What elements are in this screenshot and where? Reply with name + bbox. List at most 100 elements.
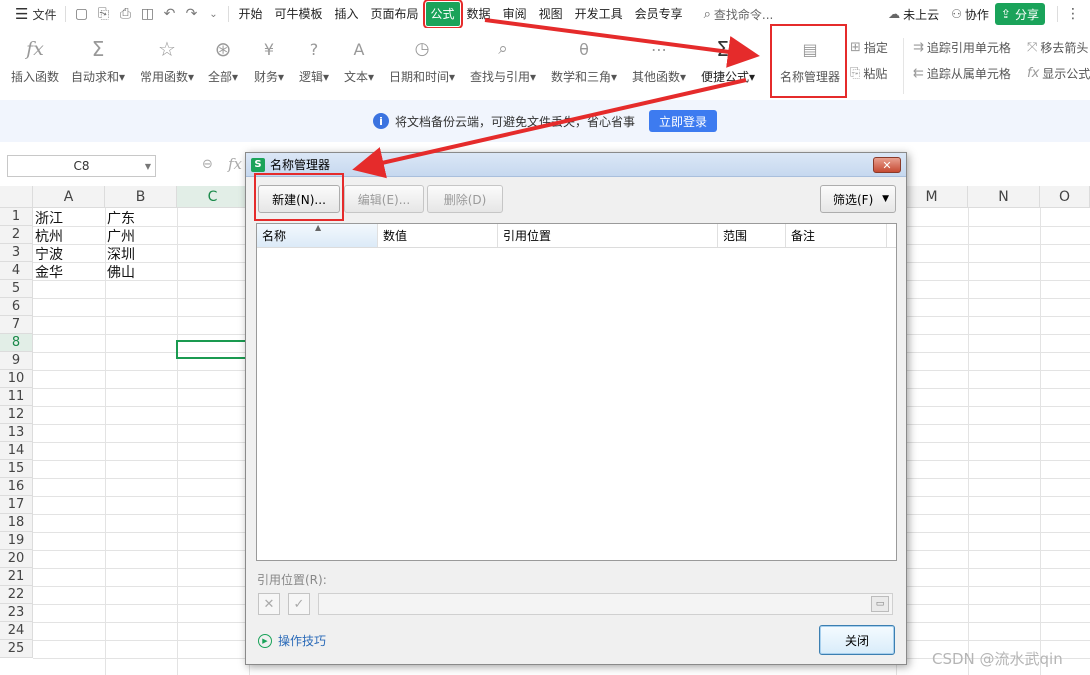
quick-formula-button[interactable]: Σ⁺ 便捷公式▾ xyxy=(701,36,755,85)
insert-function-button[interactable]: fx 插入函数 xyxy=(11,36,59,85)
cell-a1[interactable]: 浙江 xyxy=(33,209,63,227)
row-header-17[interactable]: 17 xyxy=(0,496,33,514)
row-header-13[interactable]: 13 xyxy=(0,424,33,442)
row-header-11[interactable]: 11 xyxy=(0,388,33,406)
column-scope[interactable]: 范围 xyxy=(718,224,786,247)
export-icon[interactable]: ⎘ xyxy=(95,6,111,22)
cell-a2[interactable]: 杭州 xyxy=(33,227,63,245)
column-comment[interactable]: 备注 xyxy=(786,224,887,247)
cell-a4[interactable]: 金华 xyxy=(33,263,63,281)
file-menu-button[interactable]: ☰ 文件 xyxy=(10,2,61,26)
row-header-5[interactable]: 5 xyxy=(0,280,33,298)
tips-link[interactable]: ▶ 操作技巧 xyxy=(258,632,326,649)
column-value[interactable]: 数值 xyxy=(378,224,498,247)
row-header-21[interactable]: 21 xyxy=(0,568,33,586)
tab-insert[interactable]: 插入 xyxy=(330,2,364,26)
all-functions-button[interactable]: ⊛ 全部▾ xyxy=(208,36,238,85)
login-button[interactable]: 立即登录 xyxy=(649,110,718,132)
cell-a3[interactable]: 宁波 xyxy=(33,245,63,263)
date-time-button[interactable]: ◷ 日期和时间▾ xyxy=(389,36,455,85)
row-header-12[interactable]: 12 xyxy=(0,406,33,424)
trace-precedents-button[interactable]: ⇉ 追踪引用单元格 xyxy=(913,39,1011,56)
column-header-a[interactable]: A xyxy=(33,186,105,208)
row-header-25[interactable]: 25 xyxy=(0,640,33,658)
quick-access-dropdown-icon[interactable]: ⌄ xyxy=(205,6,221,22)
redo-icon[interactable]: ↷ xyxy=(183,6,199,22)
cell-b2[interactable]: 广州 xyxy=(105,227,135,245)
cell-b1[interactable]: 广东 xyxy=(105,209,135,227)
cell-b3[interactable]: 深圳 xyxy=(105,245,135,263)
tab-developer[interactable]: 开发工具 xyxy=(570,2,628,26)
chevron-down-icon[interactable]: ▼ xyxy=(145,162,151,171)
tab-view[interactable]: 视图 xyxy=(534,2,568,26)
zoom-icon[interactable]: ⊖ xyxy=(202,157,213,172)
refers-to-input[interactable]: ▭ xyxy=(318,593,893,615)
defined-names-list[interactable]: ▲ 名称 数值 引用位置 范围 备注 xyxy=(256,223,897,561)
column-header-o[interactable]: O xyxy=(1040,186,1090,208)
tab-data[interactable]: 数据 xyxy=(462,2,496,26)
row-header-19[interactable]: 19 xyxy=(0,532,33,550)
collaborate-button[interactable]: ⚇ 协作 xyxy=(945,6,995,23)
tab-page-layout[interactable]: 页面布局 xyxy=(366,2,424,26)
select-all-corner[interactable] xyxy=(0,186,33,208)
row-header-3[interactable]: 3 xyxy=(0,244,33,262)
column-header-b[interactable]: B xyxy=(105,186,177,208)
delete-name-button[interactable]: 删除(D) xyxy=(427,185,503,213)
assign-name-button[interactable]: ⊞ 指定 xyxy=(850,39,888,56)
row-header-23[interactable]: 23 xyxy=(0,604,33,622)
column-header-c[interactable]: C xyxy=(177,186,249,208)
financial-button[interactable]: ¥ 财务▾ xyxy=(254,36,284,85)
tab-review[interactable]: 审阅 xyxy=(498,2,532,26)
math-trig-button[interactable]: θ 数学和三角▾ xyxy=(551,36,617,85)
row-header-22[interactable]: 22 xyxy=(0,586,33,604)
active-cell-c8[interactable] xyxy=(176,340,248,359)
print-icon[interactable]: ⎙ xyxy=(117,6,133,22)
share-button[interactable]: ⇪ 分享 xyxy=(994,3,1045,25)
save-icon[interactable]: ▢ xyxy=(73,6,89,22)
edit-name-button[interactable]: 编辑(E)... xyxy=(344,185,424,213)
print-preview-icon[interactable]: ◫ xyxy=(139,6,155,22)
other-functions-button[interactable]: ⋯ 其他函数▾ xyxy=(632,36,686,85)
autosum-button[interactable]: Σ 自动求和▾ xyxy=(71,36,125,85)
column-name[interactable]: ▲ 名称 xyxy=(257,223,378,247)
row-header-15[interactable]: 15 xyxy=(0,460,33,478)
row-header-24[interactable]: 24 xyxy=(0,622,33,640)
dialog-titlebar[interactable]: S 名称管理器 ✕ xyxy=(246,153,906,177)
close-button[interactable]: 关闭 xyxy=(819,625,895,655)
row-header-1[interactable]: 1 xyxy=(0,208,33,226)
tab-formulas[interactable]: 公式 xyxy=(422,0,463,29)
row-header-8[interactable]: 8 xyxy=(0,334,33,352)
tab-home[interactable]: 开始 xyxy=(233,2,267,26)
row-header-18[interactable]: 18 xyxy=(0,514,33,532)
row-header-2[interactable]: 2 xyxy=(0,226,33,244)
cell-b4[interactable]: 佛山 xyxy=(105,263,135,281)
tab-templates[interactable]: 可牛模板 xyxy=(269,2,327,26)
logical-button[interactable]: ? 逻辑▾ xyxy=(299,36,329,85)
row-header-6[interactable]: 6 xyxy=(0,298,33,316)
column-refers-to[interactable]: 引用位置 xyxy=(498,224,718,247)
row-header-7[interactable]: 7 xyxy=(0,316,33,334)
row-header-10[interactable]: 10 xyxy=(0,370,33,388)
paste-name-button[interactable]: ⎘ 粘贴 xyxy=(850,65,887,82)
common-functions-button[interactable]: ☆ 常用函数▾ xyxy=(140,36,194,85)
remove-arrows-button[interactable]: ⤧ 移去箭头 xyxy=(1027,39,1088,56)
show-formulas-button[interactable]: fx 显示公式 xyxy=(1027,65,1090,82)
cancel-edit-icon[interactable]: ✕ xyxy=(258,593,280,615)
filter-button[interactable]: 筛选(F) ▼ xyxy=(820,185,896,213)
fx-icon[interactable]: fx xyxy=(228,155,242,173)
name-box[interactable]: C8 ▼ xyxy=(7,155,156,177)
undo-icon[interactable]: ↶ xyxy=(161,6,177,22)
column-header-n[interactable]: N xyxy=(968,186,1040,208)
trace-dependents-button[interactable]: ⇇ 追踪从属单元格 xyxy=(913,65,1011,82)
more-options-icon[interactable]: ⋮ xyxy=(1062,6,1090,22)
collapse-dialog-icon[interactable]: ▭ xyxy=(871,596,889,612)
lookup-reference-button[interactable]: ⌕ 查找与引用▾ xyxy=(470,36,536,85)
row-header-9[interactable]: 9 xyxy=(0,352,33,370)
cloud-status-button[interactable]: ☁ 未上云 xyxy=(882,6,945,23)
row-header-16[interactable]: 16 xyxy=(0,478,33,496)
row-header-4[interactable]: 4 xyxy=(0,262,33,280)
confirm-edit-icon[interactable]: ✓ xyxy=(288,593,310,615)
command-search[interactable]: ⌕ 查找命令... xyxy=(704,6,774,23)
tab-member[interactable]: 会员专享 xyxy=(630,2,688,26)
row-header-20[interactable]: 20 xyxy=(0,550,33,568)
